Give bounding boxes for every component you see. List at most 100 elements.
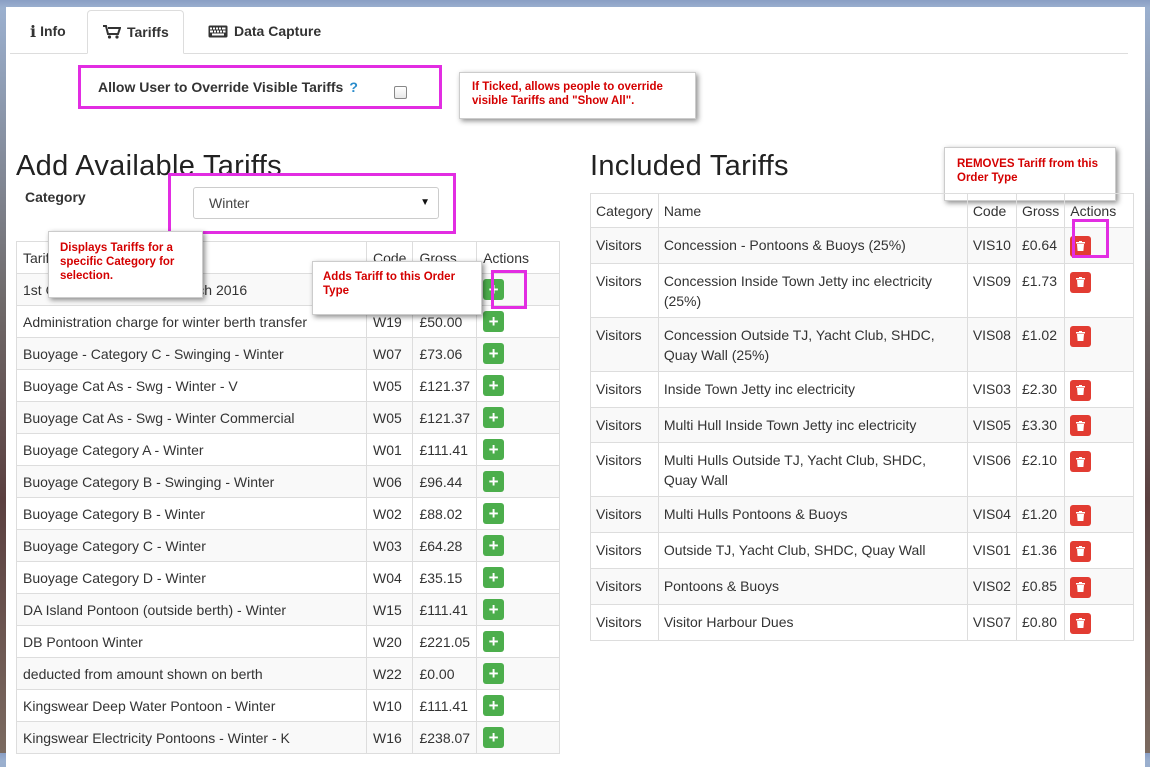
table-row: Visitors Multi Hulls Pontoons & Buoys VIS0… xyxy=(590,496,1134,534)
category-label: Category xyxy=(25,189,86,205)
add-tariff-button[interactable]: + xyxy=(483,375,505,396)
trash-icon xyxy=(1076,546,1086,557)
help-icon[interactable]: ? xyxy=(349,79,358,95)
tariff-name: deducted from amount shown on berth xyxy=(16,657,367,690)
col-header-code[interactable]: Code xyxy=(966,193,1017,228)
tab-tariffs[interactable]: Tariffs xyxy=(87,10,184,54)
table-row: Visitors Multi Hull Inside Town Jetty inc… xyxy=(590,406,1134,444)
callout-displays: Displays Tariffs for a specific Category… xyxy=(48,231,203,298)
tariff-code: VIS07 xyxy=(966,603,1017,641)
tariff-code: VIS02 xyxy=(966,567,1017,605)
tariff-name: Multi Hull Inside Town Jetty inc electri… xyxy=(657,406,968,444)
tariff-code: W15 xyxy=(365,593,414,626)
add-tariff-button[interactable]: + xyxy=(483,343,505,364)
table-row: DA Island Pontoon (outside berth) - Wint… xyxy=(16,593,560,626)
remove-tariff-button[interactable] xyxy=(1070,612,1092,634)
table-row: Buoyage Cat As - Swg - Winter Commercial… xyxy=(16,401,560,434)
add-tariff-button[interactable]: + xyxy=(483,727,505,748)
table-row: Buoyage Cat As - Swg - Winter - V W05 £121… xyxy=(16,369,560,402)
remove-tariff-button[interactable] xyxy=(1070,415,1092,437)
tariff-name: Buoyage Category A - Winter xyxy=(16,433,367,466)
remove-tariff-button[interactable] xyxy=(1070,451,1092,473)
category-select[interactable]: Winter ▼ xyxy=(193,187,439,219)
add-tariff-button[interactable]: + xyxy=(483,599,505,620)
included-tariffs-heading: Included Tariffs xyxy=(590,150,789,182)
cart-icon xyxy=(103,25,121,39)
table-row: Buoyage Category A - Winter W01 £111.41 + xyxy=(16,433,560,466)
add-button-highlight xyxy=(491,270,527,309)
col-header-name[interactable]: Name xyxy=(657,193,968,228)
add-tariff-button[interactable]: + xyxy=(483,407,505,428)
add-tariff-button[interactable]: + xyxy=(483,631,505,652)
tariff-name: DB Pontoon Winter xyxy=(16,625,367,658)
col-header-category[interactable]: Category xyxy=(590,193,659,228)
add-tariff-button[interactable]: + xyxy=(483,663,505,684)
override-tariffs-checkbox[interactable] xyxy=(394,86,407,99)
trash-icon xyxy=(1076,277,1086,288)
add-tariff-button[interactable]: + xyxy=(483,535,505,556)
tariff-gross: £88.02 xyxy=(412,497,478,530)
table-row: Visitors Concession Outside TJ, Yacht Clu… xyxy=(590,316,1134,372)
table-row: Visitors Inside Town Jetty inc electricit… xyxy=(590,370,1134,408)
trash-icon xyxy=(1076,331,1086,342)
tariff-name: Multi Hulls Pontoons & Buoys xyxy=(657,496,968,534)
info-icon: i xyxy=(30,21,37,41)
add-tariff-button[interactable]: + xyxy=(483,471,505,492)
tariff-name: DA Island Pontoon (outside berth) - Wint… xyxy=(16,593,367,626)
tariff-name: Concession Inside Town Jetty inc electri… xyxy=(657,262,968,318)
tariff-code: VIS08 xyxy=(966,316,1017,372)
tariff-code: W22 xyxy=(365,657,414,690)
tariff-code: W05 xyxy=(365,369,414,402)
tariff-code: VIS05 xyxy=(966,406,1017,444)
tariff-name: Buoyage Category C - Winter xyxy=(16,529,367,562)
remove-tariff-button[interactable] xyxy=(1070,505,1092,527)
tariff-category: Visitors xyxy=(590,496,659,534)
tariff-gross: £238.07 xyxy=(412,721,478,754)
table-row: deducted from amount shown on berth W22 £0… xyxy=(16,657,560,690)
remove-tariff-button[interactable] xyxy=(1070,325,1092,347)
tariff-name: Buoyage Cat As - Swg - Winter - V xyxy=(16,369,367,402)
trash-icon xyxy=(1076,385,1086,396)
tariff-gross: £2.30 xyxy=(1015,370,1066,408)
tariff-name: Buoyage Category B - Winter xyxy=(16,497,367,530)
tariff-code: W05 xyxy=(365,401,414,434)
tariff-gross: £3.30 xyxy=(1015,406,1066,444)
tariff-code: VIS06 xyxy=(966,442,1017,498)
col-header-gross[interactable]: Gross xyxy=(1015,193,1066,228)
tariff-code: W07 xyxy=(365,337,414,370)
add-tariff-button[interactable]: + xyxy=(483,695,505,716)
tab-bar: i Info Tariffs Data Capture xyxy=(10,10,1128,54)
table-row: Kingswear Electricity Pontoons - Winter … xyxy=(16,721,560,754)
remove-tariff-button[interactable] xyxy=(1070,271,1092,293)
remove-tariff-button[interactable] xyxy=(1070,379,1092,401)
tariff-code: W02 xyxy=(365,497,414,530)
tab-info[interactable]: i Info xyxy=(20,10,76,52)
trash-icon xyxy=(1076,420,1086,431)
add-tariff-button[interactable]: + xyxy=(483,567,505,588)
tariff-gross: £73.06 xyxy=(412,337,478,370)
tariff-name: Outside TJ, Yacht Club, SHDC, Quay Wall xyxy=(657,532,968,569)
add-tariff-button[interactable]: + xyxy=(483,503,505,524)
tariff-category: Visitors xyxy=(590,532,659,569)
table-row: Buoyage Category B - Winter W02 £88.02 + xyxy=(16,497,560,530)
table-row: Visitors Multi Hulls Outside TJ, Yacht Cl… xyxy=(590,442,1134,498)
table-row: Buoyage Category C - Winter W03 £64.28 + xyxy=(16,529,560,562)
tariff-category: Visitors xyxy=(590,603,659,641)
trash-icon xyxy=(1076,582,1086,593)
category-select-value: Winter xyxy=(209,195,250,211)
available-tariffs-table: Tariff Code Gross Actions 1st October 20… xyxy=(16,241,560,754)
remove-tariff-button[interactable] xyxy=(1070,540,1092,562)
tariff-gross: £0.00 xyxy=(412,657,478,690)
category-select-highlight: Winter ▼ xyxy=(168,173,456,234)
table-row: Visitors Concession - Pontoons & Buoys (2… xyxy=(590,227,1134,264)
add-tariff-button[interactable]: + xyxy=(483,439,505,460)
trash-icon xyxy=(1076,456,1086,467)
tab-data-capture[interactable]: Data Capture xyxy=(198,10,331,52)
tariff-name: Concession Outside TJ, Yacht Club, SHDC,… xyxy=(657,316,968,372)
override-tariffs-label: Allow User to Override Visible Tariffs xyxy=(98,79,344,95)
add-tariff-button[interactable]: + xyxy=(483,311,505,332)
tariff-code: W03 xyxy=(365,529,414,562)
remove-tariff-button[interactable] xyxy=(1070,576,1092,598)
tariff-name: Inside Town Jetty inc electricity xyxy=(657,370,968,408)
tariff-code: VIS04 xyxy=(966,496,1017,534)
